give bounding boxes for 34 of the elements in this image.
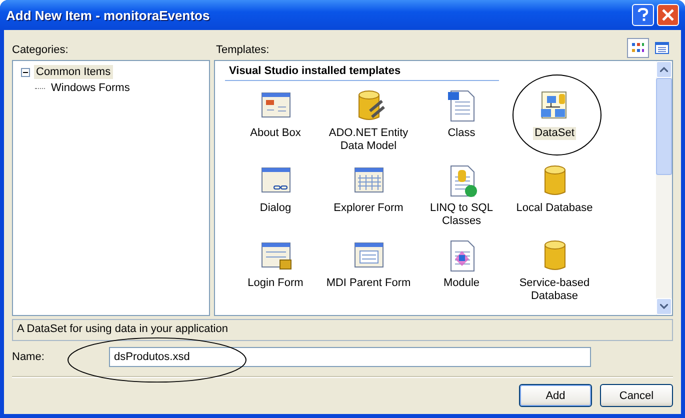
collapse-toggle[interactable] (21, 68, 30, 76)
cancel-button[interactable]: Cancel (600, 384, 673, 407)
template-item[interactable]: Login Form (246, 277, 306, 290)
window-title: Add New Item - monitoraEventos (6, 8, 210, 22)
large-icons-icon (631, 42, 645, 54)
categories-label: Categories: (12, 44, 70, 58)
tree-item[interactable]: Windows Forms (49, 81, 132, 95)
help-button[interactable] (632, 4, 654, 26)
template-item[interactable]: DataSet (532, 127, 576, 140)
details-list-icon (655, 42, 669, 54)
name-input-field[interactable]: dsProdutos.xsd (109, 347, 591, 367)
close-button[interactable] (657, 4, 679, 26)
scroll-down-icon (660, 304, 668, 309)
template-item[interactable]: Module (441, 277, 482, 290)
add-button[interactable]: Add (519, 384, 592, 407)
template-item[interactable]: LINQ to SQL Classes (415, 202, 508, 228)
close-icon (662, 9, 674, 21)
template-item[interactable]: MDI Parent Form (324, 277, 413, 290)
template-item[interactable]: About Box (248, 127, 303, 140)
large-icons-button[interactable] (627, 38, 649, 58)
template-item[interactable]: Explorer Form (332, 202, 406, 215)
scroll-up-icon (660, 67, 668, 72)
scrollbar[interactable] (656, 61, 672, 315)
tree-item[interactable]: Common Items (34, 65, 113, 79)
template-item[interactable]: Dialog (258, 202, 294, 215)
templates-label: Templates: (216, 44, 270, 58)
help-icon (637, 8, 649, 22)
template-item[interactable]: Local Database (514, 202, 595, 215)
description-bar: A DataSet for using data in your application (12, 319, 673, 341)
template-item[interactable]: Service-based Database (508, 277, 601, 303)
template-item[interactable]: ADO.NET Entity Data Model (322, 127, 415, 153)
name-label: Name: (12, 351, 46, 363)
group-header: Visual Studio installed templates (225, 65, 499, 81)
template-item[interactable]: Class (446, 127, 478, 140)
